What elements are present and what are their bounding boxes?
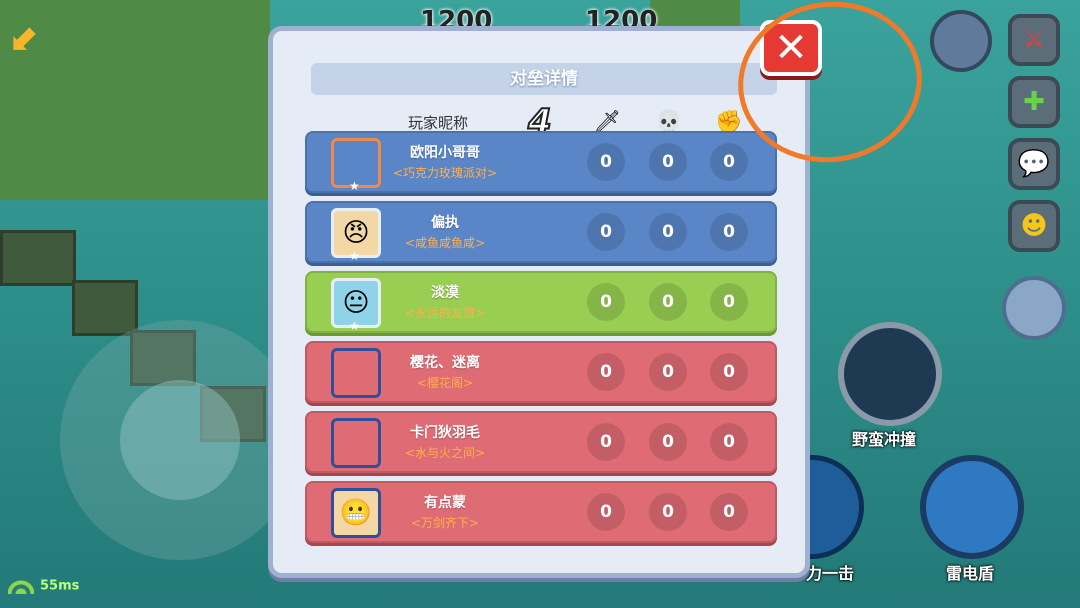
player-name: 卡门狄羽毛 [410, 425, 480, 441]
player-row[interactable]: 😐 ★ 淡漠 <永远的友谊> 0 0 0 [305, 271, 777, 333]
player-row[interactable]: ★ 欧阳小哥哥 <巧克力玫瑰派对> 0 0 0 [305, 131, 777, 193]
star-icon: ★ [349, 179, 360, 193]
kills-count: 0 [587, 143, 625, 181]
assists-count: 0 [710, 283, 748, 321]
player-guild: <水与火之间> [404, 446, 486, 460]
voice-mic-button[interactable] [1002, 276, 1066, 340]
virtual-joystick[interactable] [60, 320, 300, 560]
player-list: ★ 欧阳小哥哥 <巧克力玫瑰派对> 0 0 0 😠 ★ 偏执 <咸鱼咸鱼咸> 0… [305, 131, 781, 551]
player-name: 樱花、迷离 [410, 355, 480, 371]
chat-button[interactable]: 💬 [1008, 138, 1060, 190]
deaths-count: 0 [649, 213, 687, 251]
player-name: 淡漠 [431, 285, 459, 301]
ping-value: 55ms [40, 578, 80, 594]
target-button[interactable]: ✚ [1008, 76, 1060, 128]
deaths-count: 0 [649, 143, 687, 181]
deaths-count: 0 [649, 353, 687, 391]
star-icon: ★ [349, 319, 360, 333]
assists-count: 0 [710, 213, 748, 251]
kills-count: 0 [587, 213, 625, 251]
kills-count: 0 [587, 353, 625, 391]
deaths-count: 0 [649, 283, 687, 321]
player-guild: <樱花阁> [416, 376, 474, 390]
player-guild: <永远的友谊> [404, 306, 486, 320]
player-guild: <咸鱼咸鱼咸> [404, 236, 486, 250]
player-guild: <巧克力玫瑰派对> [392, 166, 498, 180]
network-status: 55ms [8, 578, 79, 594]
kills-count: 0 [587, 283, 625, 321]
skill-shield-button[interactable] [920, 455, 1024, 559]
skill-strike-label: 力一击 [806, 564, 855, 583]
menu-list-button[interactable] [930, 10, 992, 72]
back-arrow-icon[interactable]: ⬋ [10, 18, 50, 58]
skill-charge-button[interactable] [838, 322, 942, 426]
joystick-knob[interactable] [120, 380, 240, 500]
emoji-button[interactable]: ☻ [1008, 200, 1060, 252]
player-name: 偏执 [431, 215, 459, 231]
player-name: 有点蒙 [424, 495, 466, 511]
deaths-count: 0 [649, 493, 687, 531]
kills-count: 0 [587, 493, 625, 531]
assists-count: 0 [710, 493, 748, 531]
panel-title: 对垒详情 [311, 63, 777, 95]
player-row[interactable]: 卡门狄羽毛 <水与火之间> 0 0 0 [305, 411, 777, 473]
sword-mode-button[interactable]: ⚔ [1008, 14, 1060, 66]
player-row[interactable]: 樱花、迷离 <樱花阁> 0 0 0 [305, 341, 777, 403]
player-row[interactable]: 😠 ★ 偏执 <咸鱼咸鱼咸> 0 0 0 [305, 201, 777, 263]
star-icon: ★ [349, 249, 360, 263]
assists-count: 0 [710, 423, 748, 461]
player-guild: <万剑齐下> [410, 516, 480, 530]
player-row[interactable]: 😬 有点蒙 <万剑齐下> 0 0 0 [305, 481, 777, 543]
deaths-count: 0 [649, 423, 687, 461]
wifi-icon [8, 578, 34, 594]
skill-shield-label: 雷电盾 [946, 564, 995, 583]
assists-count: 0 [710, 143, 748, 181]
skill-charge-label: 野蛮冲撞 [852, 430, 917, 449]
stone-wall [72, 280, 138, 336]
kills-count: 0 [587, 423, 625, 461]
match-details-panel: 对垒详情 玩家昵称 4 🗡 💀 ✊ ★ 欧阳小哥哥 <巧克力玫瑰派对> 0 0 … [268, 26, 810, 578]
player-name: 欧阳小哥哥 [410, 145, 480, 161]
stone-wall [0, 230, 76, 286]
assists-count: 0 [710, 353, 748, 391]
